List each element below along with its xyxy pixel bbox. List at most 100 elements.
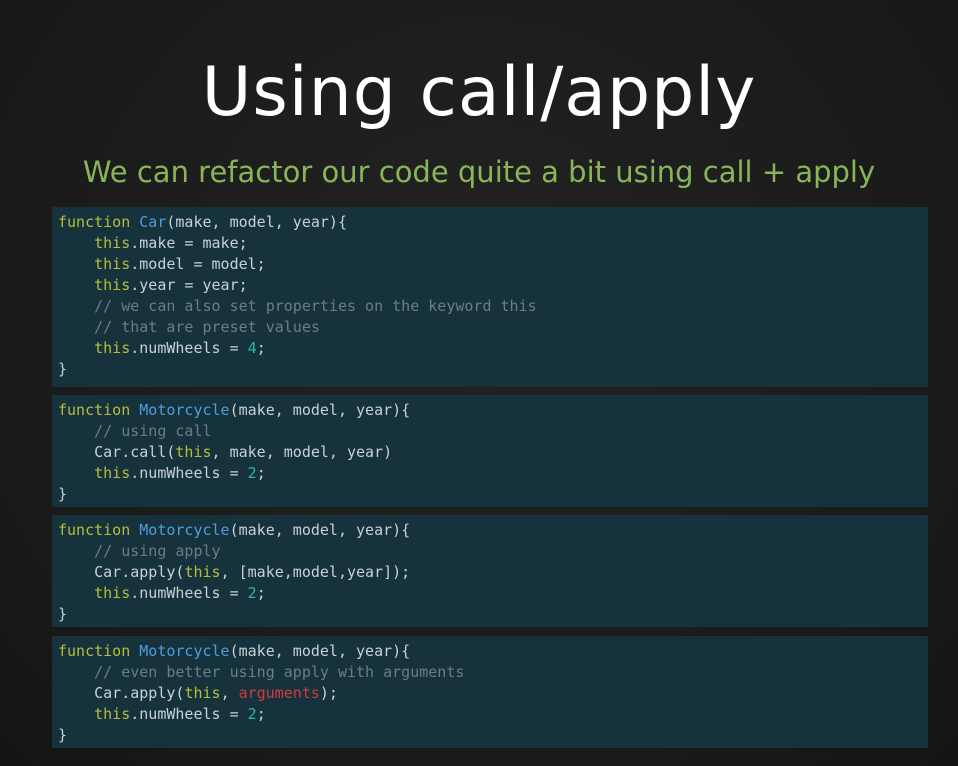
function-name-token: Car	[139, 213, 167, 231]
code-token: .numWheels =	[130, 464, 248, 482]
code-line: }	[58, 484, 928, 505]
code-token: }	[58, 485, 68, 503]
number-token: 4	[247, 339, 257, 357]
code-token: (make, model, year){	[229, 521, 411, 539]
code-line: function Car(make, model, year){	[58, 212, 928, 233]
this-keyword-token: this	[184, 684, 221, 702]
number-token: 2	[247, 584, 257, 602]
code-token: );	[319, 684, 338, 702]
code-token: ,	[220, 684, 239, 702]
code-token: Car.call(	[58, 443, 176, 461]
this-keyword-token: this	[94, 464, 131, 482]
this-keyword-token: this	[184, 563, 221, 581]
number-token: 2	[247, 705, 257, 723]
code-token: .year = year;	[130, 276, 248, 294]
this-keyword-token: this	[94, 276, 131, 294]
code-token: ;	[256, 339, 266, 357]
code-block-car: function Car(make, model, year){ this.ma…	[52, 207, 928, 387]
code-line: this.numWheels = 2;	[58, 583, 928, 604]
code-token: .numWheels =	[130, 339, 248, 357]
keyword-token: function	[58, 401, 131, 419]
code-token: ;	[256, 584, 266, 602]
keyword-token: function	[58, 642, 131, 660]
code-token: (make, model, year){	[229, 642, 411, 660]
code-line: Car.apply(this, arguments);	[58, 683, 928, 704]
code-line: // using call	[58, 421, 928, 442]
comment-token: // even better using apply with argument…	[94, 663, 465, 681]
keyword-token: function	[58, 213, 131, 231]
code-token: .numWheels =	[130, 584, 248, 602]
code-token: .numWheels =	[130, 705, 248, 723]
code-line: // even better using apply with argument…	[58, 662, 928, 683]
code-line: this.year = year;	[58, 275, 928, 296]
slide-title: Using call/apply	[201, 53, 757, 132]
code-line: // using apply	[58, 541, 928, 562]
code-block-motorcycle-call: function Motorcycle(make, model, year){ …	[52, 395, 928, 507]
code-line: function Motorcycle(make, model, year){	[58, 520, 928, 541]
code-block-motorcycle-apply: function Motorcycle(make, model, year){ …	[52, 515, 928, 627]
code-line: // we can also set properties on the key…	[58, 296, 928, 317]
this-keyword-token: this	[175, 443, 212, 461]
code-line: Car.apply(this, [make,model,year]);	[58, 562, 928, 583]
code-token: }	[58, 360, 68, 378]
code-token: ;	[256, 705, 266, 723]
code-token: , [make,model,year]);	[220, 563, 411, 581]
code-token: ;	[256, 464, 266, 482]
function-name-token: Motorcycle	[139, 521, 230, 539]
code-token: }	[58, 726, 68, 744]
code-token: (make, model, year){	[229, 401, 411, 419]
code-line: this.numWheels = 4;	[58, 338, 928, 359]
this-keyword-token: this	[94, 584, 131, 602]
code-line: }	[58, 359, 928, 380]
comment-token: // that are preset values	[94, 318, 320, 336]
code-line: this.numWheels = 2;	[58, 704, 928, 725]
this-keyword-token: this	[94, 339, 131, 357]
code-line: function Motorcycle(make, model, year){	[58, 641, 928, 662]
code-line: this.model = model;	[58, 254, 928, 275]
code-line: }	[58, 604, 928, 625]
comment-token: // we can also set properties on the key…	[94, 297, 537, 315]
code-line: Car.call(this, make, model, year)	[58, 442, 928, 463]
keyword-token: function	[58, 521, 131, 539]
code-line: this.make = make;	[58, 233, 928, 254]
arguments-token: arguments	[238, 684, 320, 702]
code-token: }	[58, 605, 68, 623]
code-line: }	[58, 725, 928, 746]
comment-token: // using apply	[94, 542, 221, 560]
function-name-token: Motorcycle	[139, 642, 230, 660]
code-token: .make = make;	[130, 234, 248, 252]
code-token: (make, model, year){	[166, 213, 347, 231]
code-line: // that are preset values	[58, 317, 928, 338]
code-token: .model = model;	[130, 255, 266, 273]
this-keyword-token: this	[94, 234, 131, 252]
comment-token: // using call	[94, 422, 212, 440]
code-line: this.numWheels = 2;	[58, 463, 928, 484]
code-token: Car.apply(	[58, 684, 185, 702]
code-block-motorcycle-arguments: function Motorcycle(make, model, year){ …	[52, 636, 928, 748]
slide-subtitle: We can refactor our code quite a bit usi…	[82, 155, 876, 189]
this-keyword-token: this	[94, 255, 131, 273]
code-line: function Motorcycle(make, model, year){	[58, 400, 928, 421]
code-token: Car.apply(	[58, 563, 185, 581]
slide: Using call/apply We can refactor our cod…	[0, 0, 958, 766]
number-token: 2	[247, 464, 257, 482]
code-token: , make, model, year)	[211, 443, 393, 461]
this-keyword-token: this	[94, 705, 131, 723]
function-name-token: Motorcycle	[139, 401, 230, 419]
